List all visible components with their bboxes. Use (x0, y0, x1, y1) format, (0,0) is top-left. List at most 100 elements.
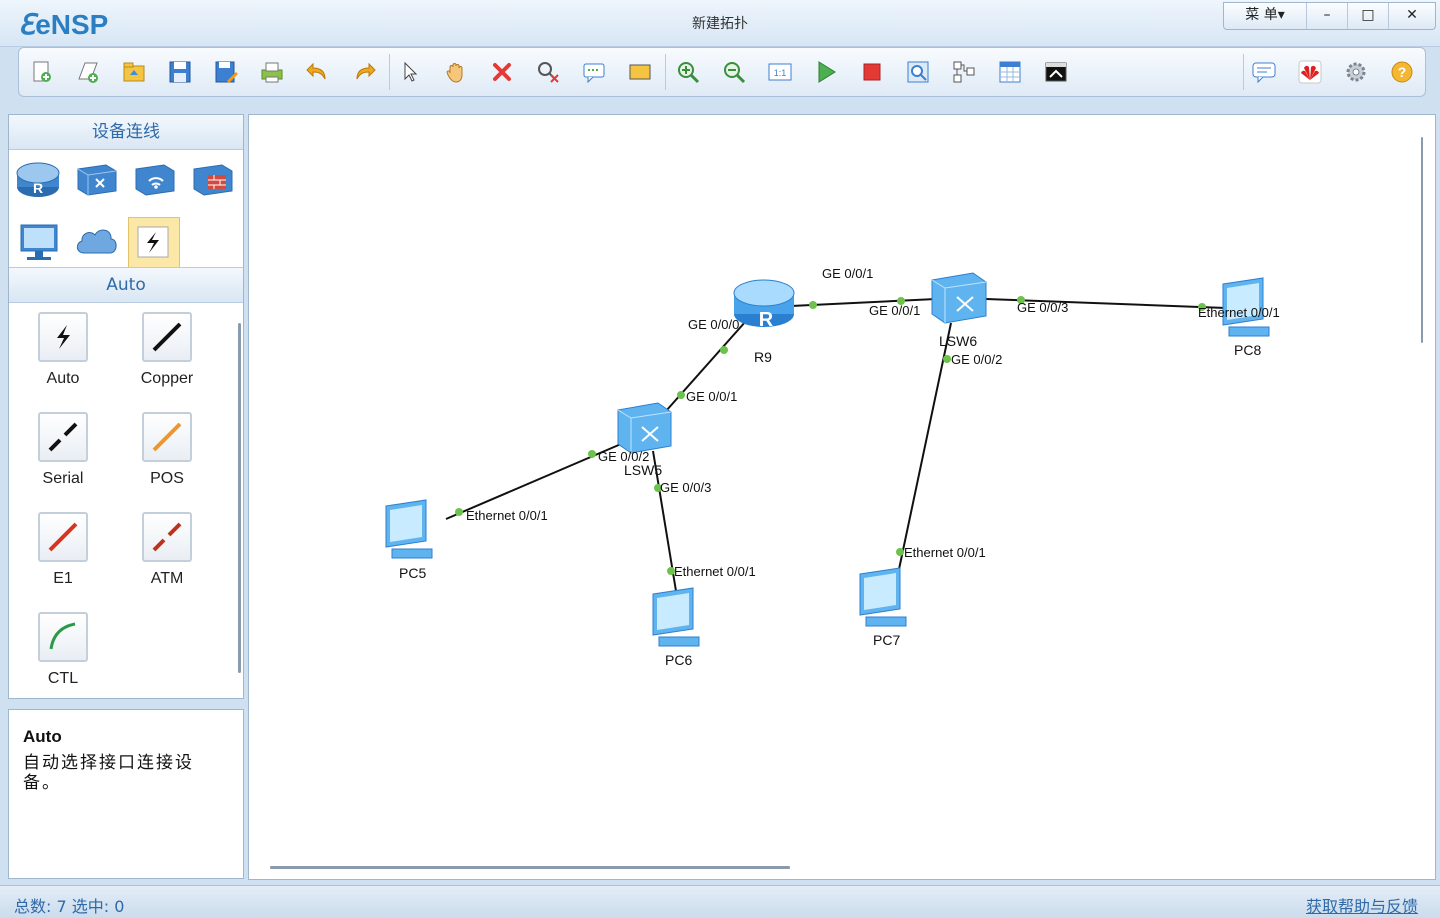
save-icon[interactable] (167, 59, 193, 85)
device-name-r9: R9 (754, 349, 772, 365)
close-button[interactable]: ✕ (1388, 3, 1435, 29)
port-dot (720, 346, 728, 354)
cloud-category-icon[interactable] (72, 217, 120, 265)
device-panel: 设备连线 R Auto Auto Copper Serial POS E1 AT… (8, 114, 244, 699)
minimize-button[interactable]: – (1306, 3, 1347, 29)
link-auto[interactable]: Auto (11, 312, 115, 388)
link-ctl[interactable]: CTL (11, 612, 115, 688)
port-label: Ethernet 0/0/1 (904, 545, 986, 560)
open-icon[interactable] (121, 59, 147, 85)
topology-canvas[interactable]: R GE 0/0/1 GE 0/0/0 GE 0/0/1 GE 0/0/3 GE… (248, 114, 1436, 880)
svg-text:R: R (33, 180, 43, 196)
port-label: Ethernet 0/0/1 (466, 508, 548, 523)
stop-device-icon[interactable] (859, 59, 885, 85)
huawei-icon[interactable] (1297, 59, 1323, 85)
port-label: Ethernet 0/0/1 (1198, 305, 1280, 320)
port-label: GE 0/0/3 (1017, 300, 1068, 315)
capture-icon[interactable] (905, 59, 931, 85)
link-copper[interactable]: Copper (115, 312, 219, 388)
menu-button[interactable]: 菜 单▾ (1224, 3, 1306, 29)
port-label: GE 0/0/1 (869, 303, 920, 318)
topology-icon[interactable] (951, 59, 977, 85)
port-label: Ethernet 0/0/1 (674, 564, 756, 579)
port-dot (677, 391, 685, 399)
link-ctl-label: CTL (47, 670, 79, 687)
switch-lsw6[interactable] (931, 272, 987, 324)
svg-text:?: ? (1398, 64, 1407, 80)
connection-category-icon[interactable] (128, 217, 180, 269)
links (445, 298, 1227, 592)
select-pointer-icon[interactable] (397, 59, 423, 85)
title-bar: ℇeNSP 新建拓扑 菜 单▾ – □ ✕ (0, 0, 1440, 47)
chat-icon[interactable] (1251, 59, 1277, 85)
maximize-button[interactable]: □ (1347, 3, 1388, 29)
status-bar: 总数: 7 选中: 0 获取帮助与反馈 (0, 885, 1440, 918)
svg-text:1:1: 1:1 (774, 68, 787, 78)
atm-link-icon (142, 512, 192, 562)
link-serial-label: Serial (42, 470, 84, 487)
rectangle-icon[interactable] (627, 59, 653, 85)
link-list-scrollbar[interactable] (238, 323, 241, 673)
pc-pc7[interactable] (859, 567, 907, 627)
link-e1-label: E1 (53, 570, 73, 587)
switch-lsw5[interactable] (617, 402, 672, 454)
new-lab-icon[interactable] (75, 59, 101, 85)
switch-category-icon[interactable] (72, 155, 120, 203)
link-serial[interactable]: Serial (11, 412, 115, 488)
print-icon[interactable] (259, 59, 285, 85)
text-note-icon[interactable] (581, 59, 607, 85)
port-dot (588, 450, 596, 458)
description-title: Auto (23, 727, 62, 746)
pc-pc5[interactable] (385, 499, 433, 559)
zoom-out-icon[interactable] (721, 59, 747, 85)
delete-icon[interactable] (489, 59, 515, 85)
wireless-category-icon[interactable] (130, 155, 178, 203)
grid-icon[interactable] (997, 59, 1023, 85)
router-category-icon[interactable]: R (14, 155, 62, 203)
settings-gear-icon[interactable] (1343, 59, 1369, 85)
copper-link-icon (142, 312, 192, 362)
firewall-category-icon[interactable] (188, 155, 236, 203)
toolbar: 1:1 ? (18, 47, 1426, 97)
router-icon-glyph: R (759, 309, 774, 331)
devices-header: 设备连线 (9, 115, 243, 150)
port-dot (943, 355, 951, 363)
help-icon[interactable]: ? (1389, 59, 1415, 85)
link-pos[interactable]: POS (115, 412, 219, 488)
device-name-pc8: PC8 (1234, 342, 1261, 358)
device-name-lsw5: LSW5 (624, 462, 662, 478)
device-name-pc5: PC5 (399, 565, 426, 581)
console-icon[interactable] (1043, 59, 1069, 85)
port-label: GE 0/0/2 (951, 352, 1002, 367)
zoom-in-icon[interactable] (675, 59, 701, 85)
topology-diagram: R GE 0/0/1 GE 0/0/0 GE 0/0/1 GE 0/0/3 GE… (385, 266, 1280, 668)
pc-pc6[interactable] (652, 587, 700, 647)
canvas-horizontal-scrollbar[interactable] (270, 866, 790, 869)
port-dot (896, 548, 904, 556)
window-controls: 菜 单▾ – □ ✕ (1223, 2, 1436, 30)
link-auto-label: Auto (46, 370, 80, 387)
link-copper-label: Copper (140, 370, 194, 387)
pc-category-icon[interactable] (15, 217, 63, 265)
canvas-vertical-scrollbar[interactable] (1421, 137, 1423, 343)
link-atm[interactable]: ATM (115, 512, 219, 588)
port-label: GE 0/0/3 (660, 480, 711, 495)
start-device-icon[interactable] (813, 59, 839, 85)
e1-link-icon (38, 512, 88, 562)
port-dots (455, 296, 1206, 575)
pos-link-icon (142, 412, 192, 462)
help-feedback-link[interactable]: 获取帮助与反馈 (1306, 893, 1418, 917)
device-name-pc6: PC6 (665, 652, 692, 668)
status-summary: 总数: 7 选中: 0 (14, 897, 125, 916)
redo-icon[interactable] (351, 59, 377, 85)
undo-icon[interactable] (305, 59, 331, 85)
link-e1[interactable]: E1 (11, 512, 115, 588)
save-as-icon[interactable] (213, 59, 239, 85)
fit-view-icon[interactable]: 1:1 (767, 59, 793, 85)
new-topology-icon[interactable] (29, 59, 55, 85)
ctl-link-icon (38, 612, 88, 662)
device-name-lsw6: LSW6 (939, 333, 977, 349)
delete-link-icon[interactable] (535, 59, 561, 85)
link-lsw6-pc7[interactable] (897, 322, 952, 575)
pan-hand-icon[interactable] (443, 59, 469, 85)
